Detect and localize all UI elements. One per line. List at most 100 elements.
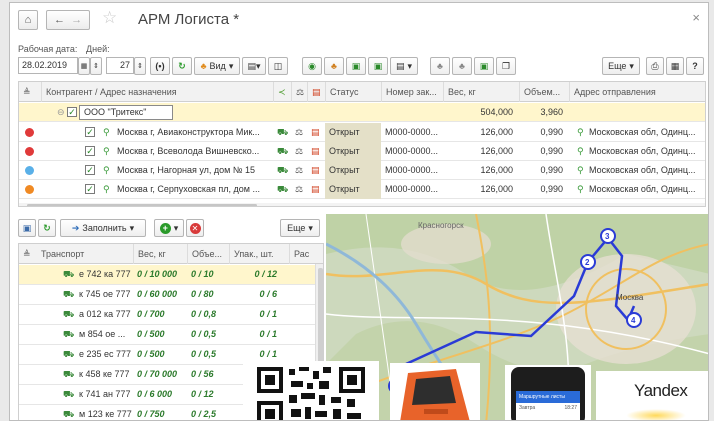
col-order-number[interactable]: Номер зак... xyxy=(381,82,443,102)
collapse-icon[interactable]: ⊖ xyxy=(53,103,65,122)
order-row[interactable]: ✓ ⚲ Москва г, Серпуховская пл, дом ... ⛟ ⚖ ▤ О… xyxy=(19,180,705,199)
view-button[interactable]: ♣ Вид ▾ xyxy=(194,57,240,75)
table-button[interactable]: ▦ xyxy=(666,57,684,75)
order-status: Открыт xyxy=(325,142,381,161)
report-dropdown-button[interactable]: ▤ ▾ xyxy=(390,57,418,75)
col-transport-weight[interactable]: Вес, кг xyxy=(133,244,187,264)
favorite-star-icon[interactable]: ☆ xyxy=(102,8,117,28)
order-row[interactable]: ✓ ⚲ Москва г, Авиаконструктора Мик... ⛟ ⚖ ▤ От… xyxy=(19,123,705,142)
transport-packs: 0 / 6 xyxy=(259,289,277,299)
order-row[interactable]: ✓ ⚲ Москва г, Всеволода Вишневско... ⛟ ⚖ ▤ Отк… xyxy=(19,142,705,161)
tool-button-4[interactable]: ❐ xyxy=(496,57,516,75)
tool-button-2[interactable]: ♣ xyxy=(452,57,472,75)
globe-icon: ◉ xyxy=(308,60,316,71)
transport-row[interactable]: ⛟ а 012 ка 777 0 / 700 0 / 0,8 0 / 1 xyxy=(19,305,315,325)
order-number: М000-0000... xyxy=(385,146,439,156)
col-counterparty[interactable]: Контрагент / Адрес назначения xyxy=(41,82,273,102)
more-button-top[interactable]: Еще ▾ xyxy=(602,57,640,75)
back-forward-buttons[interactable]: ← → xyxy=(46,10,90,30)
transport-volume: 0 / 2,5 xyxy=(191,409,217,419)
refresh-button[interactable]: ↻ xyxy=(172,57,192,75)
sort-icon[interactable]: ≜ xyxy=(19,82,41,102)
home-button[interactable]: ⌂ xyxy=(18,10,38,30)
doc-button-2[interactable]: ▣ xyxy=(368,57,388,75)
order-checkbox[interactable]: ✓ xyxy=(85,184,95,194)
columns-button[interactable]: ◫ xyxy=(268,57,288,75)
phone-row-right: 18:27 xyxy=(564,405,577,411)
add-button[interactable]: + ▾ xyxy=(154,219,184,237)
add-icon: + xyxy=(159,222,171,234)
close-icon[interactable]: × xyxy=(692,10,700,25)
days-stepper[interactable]: ⇕ xyxy=(134,57,146,75)
transport-row[interactable]: ⛟ е 742 ка 777 0 / 10 000 0 / 10 0 / 12 xyxy=(19,265,315,285)
order-ship-from: Московская обл, Одинц... xyxy=(589,165,696,175)
col-transport[interactable]: Транспорт xyxy=(37,244,133,264)
title-bar: ⌂ ← → ☆ АРМ Логиста * × xyxy=(10,3,708,37)
tool-button-3[interactable]: ▣ xyxy=(474,57,494,75)
doc-icon: ▤ xyxy=(311,165,320,175)
map-label-krasnogorsk: Красногорск xyxy=(418,221,464,230)
tool-button-1[interactable]: ♣ xyxy=(430,57,450,75)
transport-name: м 123 ке 777 xyxy=(79,409,132,419)
bracket-icon-button[interactable]: (•) xyxy=(150,57,170,75)
order-checkbox[interactable]: ✓ xyxy=(85,146,95,156)
work-date-label: Рабочая дата: xyxy=(18,44,78,54)
order-row[interactable]: ✓ ⚲ Москва г, Нагорная ул, дом № 15 ⛟ ⚖ ▤ Откр… xyxy=(19,161,705,180)
fill-button[interactable]: ➔ Заполнить ▾ xyxy=(60,219,146,237)
truck-icon: ⛟ xyxy=(63,349,75,359)
chevron-down-icon: ▾ xyxy=(228,60,234,71)
date-stepper[interactable]: ⇕ xyxy=(90,57,102,75)
col-transport-extra[interactable]: Рас xyxy=(289,244,313,264)
col-weight[interactable]: Вес, кг xyxy=(443,82,519,102)
refresh-transport-button[interactable]: ↻ xyxy=(38,219,56,237)
col-volume[interactable]: Объем... xyxy=(519,82,569,102)
map-button[interactable]: ◉ xyxy=(302,57,322,75)
chevron-down-icon: ▾ xyxy=(629,60,634,71)
truck-icon: ⛟ xyxy=(277,184,289,194)
back-arrow-icon[interactable]: ← xyxy=(54,14,65,26)
transport-row[interactable]: ⛟ м 854 ое ... 0 / 500 0 / 0,5 0 / 1 xyxy=(19,325,315,345)
app-window: ⌂ ← → ☆ АРМ Логиста * × Рабочая дата: Дн… xyxy=(9,2,709,421)
transport-volume: 0 / 10 xyxy=(191,269,214,279)
col-transport-volume[interactable]: Объе... xyxy=(187,244,229,264)
settings-dropdown-button[interactable]: ▤▾ xyxy=(242,57,266,75)
delete-button[interactable]: ✕ xyxy=(186,219,204,237)
group-volume: 3,960 xyxy=(540,107,563,117)
order-volume: 0,990 xyxy=(540,146,563,156)
forward-arrow-icon[interactable]: → xyxy=(71,14,82,26)
work-date-input[interactable]: 28.02.2019 xyxy=(18,57,78,74)
col-transport-packs[interactable]: Упак., шт. xyxy=(229,244,289,264)
order-weight: 126,000 xyxy=(480,127,513,137)
order-checkbox[interactable]: ✓ xyxy=(85,165,95,175)
help-button[interactable]: ? xyxy=(686,57,704,75)
yandex-logo: Yandex xyxy=(634,381,688,400)
order-ship-from: Московская обл, Одинц... xyxy=(589,127,696,137)
col-ship-from[interactable]: Адрес отправления xyxy=(569,82,705,102)
save-button[interactable]: ▣ xyxy=(18,219,36,237)
transport-weight: 0 / 500 xyxy=(137,349,165,359)
people-button[interactable]: ♣ xyxy=(324,57,344,75)
order-weight: 126,000 xyxy=(480,165,513,175)
more-button-transport[interactable]: Еще ▾ xyxy=(280,219,320,237)
transport-name: к 458 ке 777 xyxy=(79,369,130,379)
print-button[interactable]: ⎙ xyxy=(646,57,664,75)
orders-hscroll[interactable] xyxy=(19,203,705,206)
sort-icon[interactable]: ≜ xyxy=(19,244,37,264)
doc-icon: ▤ xyxy=(311,184,320,194)
calendar-icon[interactable]: ▦ xyxy=(78,57,90,75)
truck-icon: ⛟ xyxy=(63,369,75,379)
group-checkbox[interactable]: ✓ xyxy=(67,107,77,117)
scale-icon: ⚖ xyxy=(295,165,304,175)
transport-name: а 012 ка 777 xyxy=(79,309,131,319)
days-input[interactable]: 27 xyxy=(106,57,134,74)
order-checkbox[interactable]: ✓ xyxy=(85,127,95,137)
order-weight: 126,000 xyxy=(480,146,513,156)
days-label: Дней: xyxy=(86,44,110,54)
group-row[interactable]: ⊖ ✓ ООО "Тритекс" 504,000 3,960 xyxy=(19,103,705,122)
transport-row[interactable]: ⛟ к 745 ое 777 0 / 60 000 0 / 80 0 / 6 xyxy=(19,285,315,305)
phone-image: Маршрутные листы Завтра 18:27 xyxy=(505,365,591,420)
doc-button-1[interactable]: ▣ xyxy=(346,57,366,75)
orders-hscroll-thumb[interactable] xyxy=(27,204,257,206)
col-status[interactable]: Статус xyxy=(325,82,381,102)
window-title: АРМ Логиста * xyxy=(138,11,240,28)
